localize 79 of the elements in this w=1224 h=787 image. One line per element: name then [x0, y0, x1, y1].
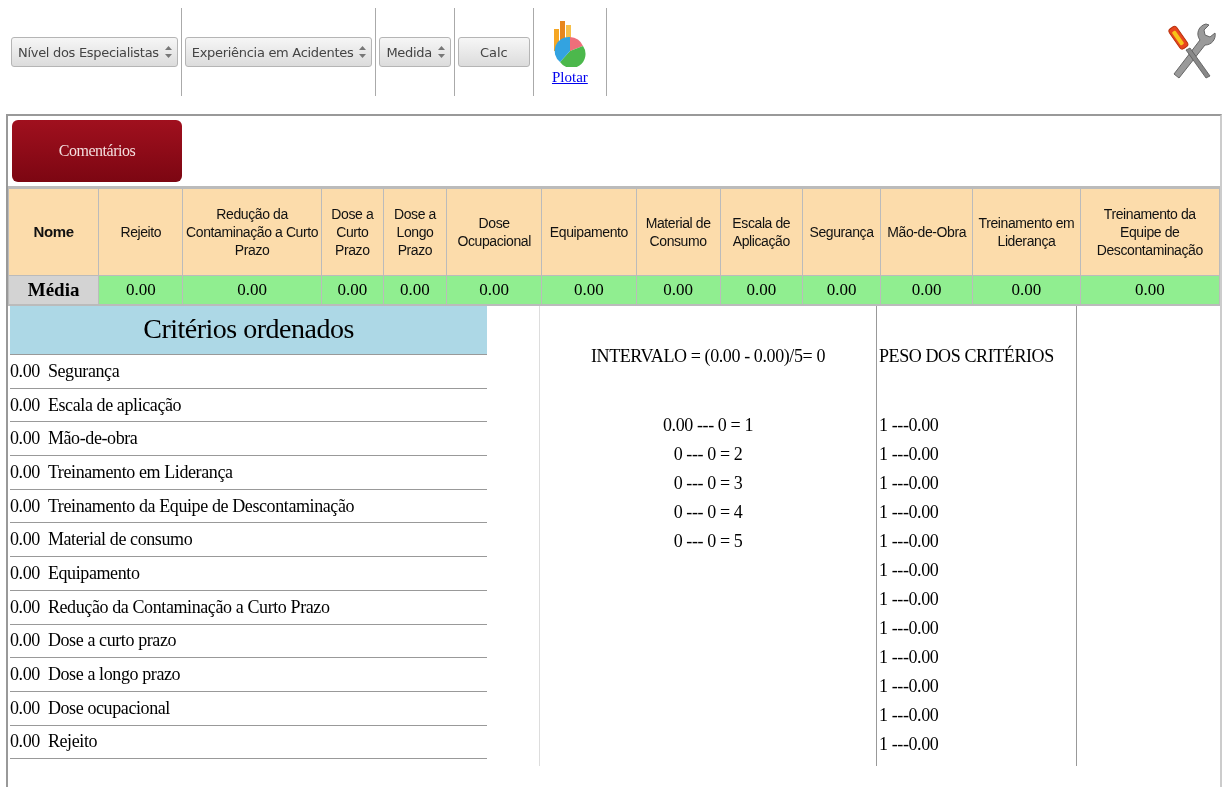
updown-icon — [164, 46, 172, 58]
score: 0.00 — [10, 360, 40, 382]
column-header: Escala de Aplicação — [720, 188, 803, 276]
column-header: Dose a Longo Prazo — [383, 188, 447, 276]
score: 0.00 — [10, 562, 40, 584]
criterion-name: Mão-de-obra — [47, 428, 138, 450]
criterion-name: Dose ocupacional — [47, 697, 170, 719]
interval-class: 0 --- 0 = 3 — [673, 472, 743, 495]
dropdown[interactable]: Nível dos Especialistas — [11, 37, 178, 67]
weight-value: 1 ---0.00 — [879, 443, 940, 466]
table-cell: 0.00 — [321, 275, 384, 305]
ranking-title: Critérios ordenados — [10, 306, 487, 355]
plot-link[interactable]: Plotar — [551, 68, 588, 86]
column-header: Material de Consumo — [636, 188, 721, 276]
score: 0.00 — [10, 394, 40, 416]
interval-formula: INTERVALO = (0.00 - 0.00)/5= 0 — [591, 345, 825, 368]
table-cell: 0.00 — [1080, 275, 1220, 305]
score: 0.00 — [10, 630, 40, 652]
weight-value: 1 ---0.00 — [879, 617, 940, 640]
calc-button[interactable]: Calc — [457, 37, 530, 67]
score: 0.00 — [10, 529, 40, 551]
interval-class: 0.00 --- 0 = 1 — [662, 414, 753, 437]
column-header: Nome — [8, 188, 99, 276]
weight-value: 1 ---0.00 — [879, 675, 940, 698]
table-cell: 0.00 — [720, 275, 803, 305]
column-header: Dose Ocupacional — [446, 188, 542, 276]
column-header: Segurança — [802, 188, 881, 276]
criterion-name: Equipamento — [47, 562, 140, 584]
table-cell: 0.00 — [802, 275, 881, 305]
criterion-name: Escala de aplicação — [47, 394, 182, 416]
weight-value: 1 ---0.00 — [879, 472, 940, 495]
criterion-name: Dose a curto prazo — [47, 630, 177, 652]
dropdown[interactable]: Experiência em Acidentes — [184, 37, 373, 67]
score: 0.00 — [10, 495, 40, 517]
table-cell: 0.00 — [636, 275, 721, 305]
interval-class: 0 --- 0 = 4 — [673, 501, 743, 524]
weight-value: 1 ---0.00 — [879, 588, 940, 611]
interval-class: 0 --- 0 = 2 — [673, 443, 743, 466]
weight-value: 1 ---0.00 — [879, 501, 940, 524]
weight-value: 1 ---0.00 — [879, 646, 940, 669]
column-header: Rejeito — [98, 188, 183, 276]
comments-button[interactable]: Comentários — [12, 120, 182, 182]
table-cell: 0.00 — [446, 275, 542, 305]
weight-value: 1 ---0.00 — [879, 559, 940, 582]
table-cell: 0.00 — [383, 275, 447, 305]
updown-icon — [359, 46, 367, 58]
column-header: Redução da Contaminação a Curto Prazo — [182, 188, 322, 276]
criterion-name: Rejeito — [47, 731, 98, 753]
criterion-name: Treinamento em Liderança — [47, 461, 233, 483]
column-header: Treinamento da Equipe de Descontaminação — [1080, 188, 1220, 276]
column-header: Equipamento — [541, 188, 636, 276]
weights-title: PESO DOS CRITÉRIOS — [879, 344, 1055, 368]
weight-value: 1 ---0.00 — [879, 733, 940, 756]
score: 0.00 — [10, 596, 40, 618]
table-cell: 0.00 — [182, 275, 322, 305]
criterion-name: Dose a longo prazo — [47, 664, 181, 686]
score: 0.00 — [10, 731, 40, 753]
table-cell: 0.00 — [541, 275, 636, 305]
score: 0.00 — [10, 461, 40, 483]
table-cell: 0.00 — [98, 275, 183, 305]
criterion-name: Material de consumo — [47, 529, 193, 551]
row-header: Média — [8, 275, 99, 305]
table-cell: 0.00 — [972, 275, 1081, 305]
table-cell: 0.00 — [880, 275, 973, 305]
score: 0.00 — [10, 664, 40, 686]
column-header: Dose a Curto Prazo — [321, 188, 384, 276]
column-header: Treinamento em Liderança — [972, 188, 1081, 276]
weight-value: 1 ---0.00 — [879, 414, 940, 437]
updown-icon — [437, 46, 445, 58]
score: 0.00 — [10, 697, 40, 719]
weight-value: 1 ---0.00 — [879, 704, 940, 727]
column-header: Mão-de-Obra — [880, 188, 973, 276]
score: 0.00 — [10, 428, 40, 450]
weight-value: 1 ---0.00 — [879, 530, 940, 553]
dropdown[interactable]: Medida — [379, 37, 451, 67]
interval-class: 0 --- 0 = 5 — [673, 530, 743, 553]
criterion-name: Redução da Contaminação a Curto Prazo — [47, 596, 330, 618]
criterion-name: Treinamento da Equipe de Descontaminação — [47, 495, 355, 517]
criterion-name: Segurança — [47, 360, 120, 382]
